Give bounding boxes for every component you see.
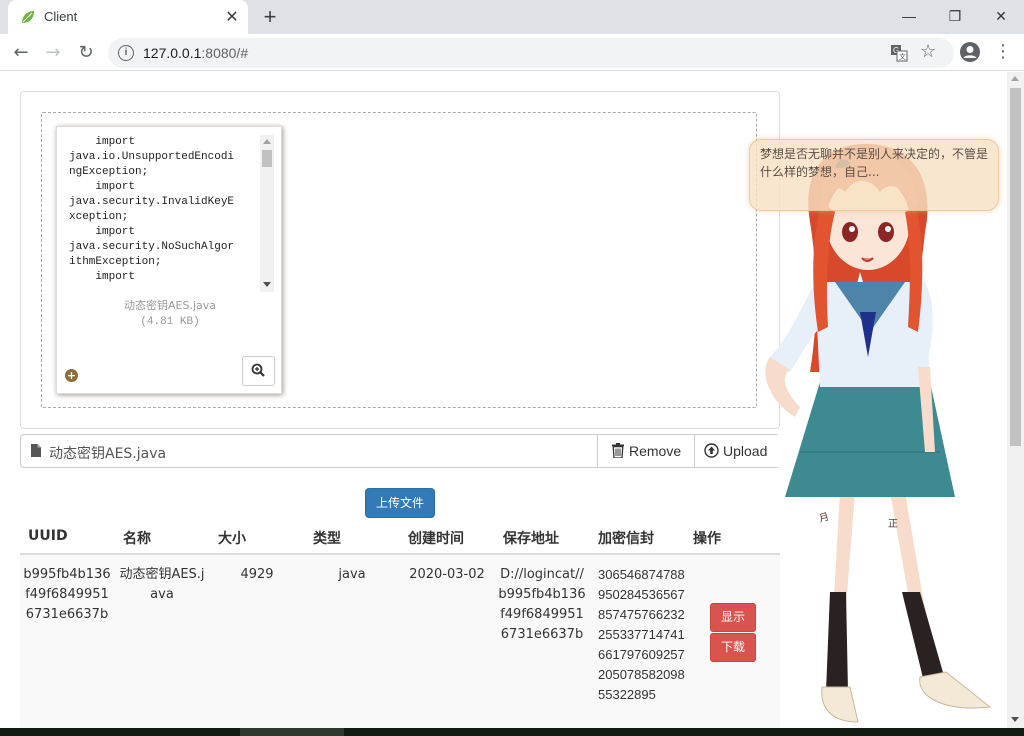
submit-upload-button[interactable]: 上传文件 bbox=[365, 488, 435, 518]
table-header: UUID 名称 大小 类型 创建时间 保存地址 加密信封 操作 bbox=[20, 522, 780, 555]
cell-path: D://logincat//b995fb4b136f49f68499516731… bbox=[498, 567, 586, 642]
file-input-group: 动态密钥AES.java Remove Upload bbox=[20, 434, 780, 468]
bookmark-star-icon[interactable]: ☆ bbox=[920, 41, 936, 62]
reload-icon[interactable]: ↻ bbox=[73, 40, 99, 66]
close-tab-icon[interactable]: ✕ bbox=[223, 8, 241, 26]
remove-button[interactable]: Remove bbox=[597, 435, 694, 467]
svg-text:月: 月 bbox=[818, 511, 831, 525]
drag-handle-icon[interactable]: + bbox=[65, 369, 78, 382]
cell-type: java bbox=[338, 567, 366, 582]
upload-circle-icon bbox=[704, 443, 719, 458]
header-path: 保存地址 bbox=[503, 531, 559, 547]
table-row: b995fb4b136f49f68499516731e6637b 动态密钥AES… bbox=[20, 555, 780, 728]
preview-file-name: 动态密钥AES.java bbox=[123, 299, 216, 312]
zoom-in-icon bbox=[251, 363, 265, 377]
svg-text:文: 文 bbox=[899, 52, 906, 61]
header-uuid: UUID bbox=[28, 528, 68, 544]
url-text: 127.0.0.1:8080/# bbox=[143, 45, 249, 61]
code-line: import bbox=[69, 136, 136, 148]
scroll-up-icon[interactable] bbox=[1011, 76, 1019, 81]
cell-created: 2020-03-02 bbox=[409, 567, 485, 582]
mascot-speech-bubble: 梦想是否无聊并不是别人来决定的，不管是什么样的梦想，自己... bbox=[749, 139, 999, 211]
cell-name: 动态密钥AES.java bbox=[119, 567, 205, 602]
scroll-down-icon[interactable] bbox=[263, 282, 271, 287]
minimize-button[interactable]: — bbox=[886, 4, 932, 28]
code-line: java.io.UnsupportedEncodi bbox=[69, 151, 235, 163]
code-line: import bbox=[69, 181, 136, 193]
code-line: import bbox=[69, 226, 136, 238]
scroll-thumb[interactable] bbox=[262, 150, 272, 167]
close-window-button[interactable]: ✕ bbox=[978, 4, 1024, 28]
back-arrow-icon[interactable]: ← bbox=[8, 40, 34, 66]
code-line: import bbox=[69, 271, 136, 283]
new-tab-button[interactable]: + bbox=[258, 6, 282, 28]
header-size: 大小 bbox=[218, 531, 246, 547]
file-preview-thumbnail: import java.io.UnsupportedEncodi ngExcep… bbox=[56, 126, 282, 394]
code-line: ithmException; bbox=[69, 256, 162, 268]
svg-text:正: 正 bbox=[888, 519, 898, 530]
account-icon[interactable] bbox=[958, 40, 982, 64]
code-line: ngException; bbox=[69, 166, 149, 178]
translate-icon[interactable]: G 文 bbox=[890, 44, 908, 62]
page-scroll-thumb[interactable] bbox=[1010, 88, 1021, 446]
browser-tab-strip: Client ✕ + — ❐ ✕ bbox=[0, 0, 1024, 34]
header-actions: 操作 bbox=[693, 531, 721, 547]
file-icon bbox=[31, 444, 41, 457]
preview-file-size: (4.81 KB) bbox=[140, 316, 200, 328]
selected-file-name: 动态密钥AES.java bbox=[49, 446, 167, 462]
taskbar-item[interactable] bbox=[240, 728, 344, 736]
scroll-up-icon[interactable] bbox=[263, 139, 271, 144]
zoom-button[interactable] bbox=[242, 356, 275, 386]
browser-tab[interactable]: Client ✕ bbox=[8, 0, 248, 34]
file-preview-panel: import java.io.UnsupportedEncodi ngExcep… bbox=[20, 91, 780, 429]
maximize-button[interactable]: ❐ bbox=[932, 4, 978, 28]
code-scrollbar[interactable] bbox=[260, 135, 274, 292]
page-scrollbar[interactable] bbox=[1007, 72, 1024, 728]
site-info-icon[interactable]: i bbox=[118, 45, 134, 61]
header-type: 类型 bbox=[313, 531, 341, 547]
header-envelope: 加密信封 bbox=[598, 531, 654, 547]
selected-file-field[interactable]: 动态密钥AES.java bbox=[21, 435, 597, 467]
trash-icon bbox=[612, 443, 624, 458]
cell-envelope: 3065468747889502845365678574757662322553… bbox=[598, 567, 685, 702]
header-created: 创建时间 bbox=[408, 531, 464, 547]
preview-caption: 动态密钥AES.java (4.81 KB) bbox=[57, 298, 283, 330]
scroll-down-icon[interactable] bbox=[1011, 717, 1019, 722]
browser-toolbar: ← → ↻ i 127.0.0.1:8080/# G 文 ☆ bbox=[0, 34, 1024, 71]
remove-label: Remove bbox=[629, 443, 682, 459]
code-line: java.security.InvalidKeyE bbox=[69, 196, 235, 208]
tab-title: Client bbox=[44, 9, 78, 24]
os-taskbar bbox=[0, 728, 1024, 736]
spring-leaf-icon bbox=[22, 11, 34, 23]
file-drop-zone[interactable]: import java.io.UnsupportedEncodi ngExcep… bbox=[41, 112, 757, 408]
code-line: java.security.NoSuchAlgor bbox=[69, 241, 235, 253]
header-name: 名称 bbox=[123, 531, 151, 547]
address-bar[interactable]: i 127.0.0.1:8080/# G 文 ☆ bbox=[108, 38, 954, 68]
code-preview[interactable]: import java.io.UnsupportedEncodi ngExcep… bbox=[69, 135, 277, 292]
browser-menu-icon[interactable]: ⋮ bbox=[994, 40, 1012, 64]
cell-uuid: b995fb4b136f49f68499516731e6637b bbox=[23, 567, 111, 622]
forward-arrow-icon[interactable]: → bbox=[40, 40, 66, 66]
code-line: xception; bbox=[69, 211, 129, 223]
cell-size: 4929 bbox=[240, 567, 274, 582]
